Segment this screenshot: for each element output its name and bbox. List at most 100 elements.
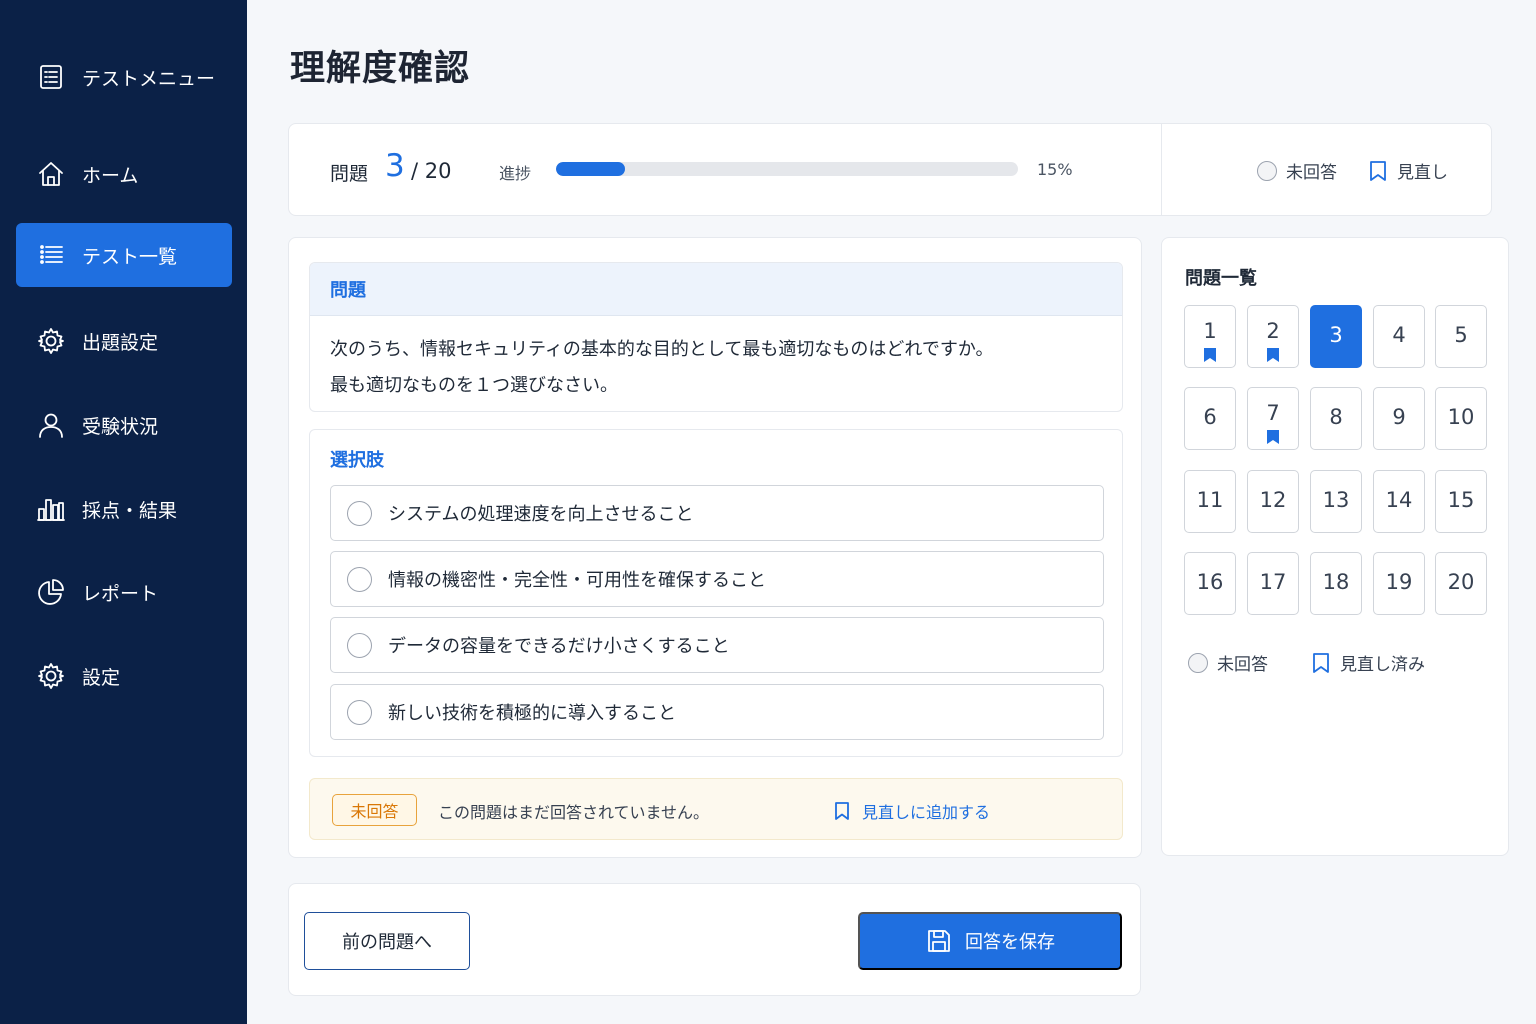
answer-status-box: 未回答 この問題はまだ回答されていません。 見直しに追加する bbox=[309, 778, 1123, 840]
option-label: データの容量をできるだけ小さくすること bbox=[388, 636, 730, 657]
question-number-label: 18 bbox=[1322, 569, 1350, 594]
question-card: 問題 次のうち、情報セキュリティの基本的な目的として最も適切なものはどれですか。… bbox=[288, 237, 1142, 858]
total-questions: / 20 bbox=[411, 159, 452, 183]
gear-icon bbox=[36, 326, 66, 356]
bookmark-icon bbox=[1312, 652, 1340, 674]
bookmark-icon bbox=[834, 801, 862, 821]
status-message: この問題はまだ回答されていません。 bbox=[438, 803, 710, 822]
question-number-label: 20 bbox=[1447, 569, 1475, 594]
question-number-label: 12 bbox=[1259, 487, 1287, 512]
option-2[interactable]: 情報の機密性・完全性・可用性を確保すること bbox=[330, 551, 1104, 607]
question-number-button[interactable]: 7 bbox=[1247, 387, 1299, 450]
question-number-button[interactable]: 8 bbox=[1310, 387, 1362, 450]
question-number-button[interactable]: 13 bbox=[1310, 470, 1362, 533]
question-number-label: 16 bbox=[1196, 569, 1224, 594]
sidebar-item-label: テスト一覧 bbox=[82, 245, 178, 268]
option-4[interactable]: 新しい技術を積極的に導入すること bbox=[330, 684, 1104, 740]
question-number-button[interactable]: 20 bbox=[1435, 552, 1487, 615]
sidebar-item-home[interactable]: ホーム bbox=[16, 142, 232, 206]
option-3[interactable]: データの容量をできるだけ小さくすること bbox=[330, 617, 1104, 673]
question-number-label: 10 bbox=[1447, 404, 1475, 429]
sidebar-item-grading-results[interactable]: 採点・結果 bbox=[16, 477, 232, 541]
bookmark-icon bbox=[1204, 348, 1216, 362]
question-text: 次のうち、情報セキュリティの基本的な目的として最も適切なものはどれですか。 最も… bbox=[310, 316, 1122, 411]
options-box: 選択肢 システムの処理速度を向上させること 情報の機密性・完全性・可用性を確保す… bbox=[309, 429, 1123, 757]
previous-question-button[interactable]: 前の問題へ bbox=[304, 912, 470, 970]
sidebar: テストメニュー ホーム テスト一覧 出題設定 受験状況 採点・結果 レポート 設… bbox=[0, 0, 247, 1024]
sidebar-item-question-settings[interactable]: 出題設定 bbox=[16, 309, 232, 373]
question-number-button[interactable]: 16 bbox=[1184, 552, 1236, 615]
sidebar-item-label: レポート bbox=[82, 582, 159, 605]
progress-card: 問題 3 / 20 進捗 15% 未回答 見直し bbox=[288, 123, 1492, 216]
current-question-number: 3 bbox=[385, 148, 405, 184]
radio-button[interactable] bbox=[347, 699, 372, 725]
question-number-button[interactable]: 4 bbox=[1373, 305, 1425, 368]
question-number-label: 11 bbox=[1196, 487, 1224, 512]
page-title: 理解度確認 bbox=[290, 49, 471, 89]
add-to-review-link[interactable]: 見直しに追加する bbox=[834, 799, 990, 823]
radio-button[interactable] bbox=[347, 566, 372, 592]
sidebar-item-label: ホーム bbox=[82, 164, 139, 187]
bookmark-icon bbox=[1267, 348, 1279, 362]
question-number-label: 19 bbox=[1385, 569, 1413, 594]
save-answer-label: 回答を保存 bbox=[965, 932, 1055, 952]
sidebar-item-test-list[interactable]: テスト一覧 bbox=[16, 223, 232, 287]
question-number-button[interactable]: 15 bbox=[1435, 470, 1487, 533]
legend-unanswered-label: 未回答 bbox=[1217, 655, 1268, 675]
question-number-label: 7 bbox=[1266, 400, 1280, 425]
options-heading: 選択肢 bbox=[330, 450, 384, 471]
question-number-button[interactable]: 5 bbox=[1435, 305, 1487, 368]
progress-bar bbox=[556, 162, 1018, 176]
question-number-label: 1 bbox=[1203, 318, 1217, 343]
legend-review: 見直し bbox=[1369, 158, 1448, 183]
save-icon bbox=[925, 927, 965, 955]
question-number-label: 13 bbox=[1322, 487, 1350, 512]
question-number-button[interactable]: 1 bbox=[1184, 305, 1236, 368]
pie-chart-icon bbox=[36, 577, 66, 607]
question-number-label: 4 bbox=[1392, 322, 1406, 347]
option-label: 新しい技術を積極的に導入すること bbox=[388, 703, 676, 724]
question-heading: 問題 bbox=[310, 263, 1122, 316]
sidebar-item-label: 受験状況 bbox=[82, 415, 159, 438]
question-number-button[interactable]: 17 bbox=[1247, 552, 1299, 615]
question-number-label: 17 bbox=[1259, 569, 1287, 594]
question-number-label: 15 bbox=[1447, 487, 1475, 512]
option-label: システムの処理速度を向上させること bbox=[388, 504, 694, 525]
sidebar-item-test-menu[interactable]: テストメニュー bbox=[16, 45, 232, 109]
sidebar-item-settings[interactable]: 設定 bbox=[16, 644, 232, 708]
question-number-button[interactable]: 3 bbox=[1310, 305, 1362, 368]
question-number-label: 14 bbox=[1385, 487, 1413, 512]
radio-button[interactable] bbox=[347, 500, 372, 526]
question-line: 最も適切なものを１つ選びなさい。 bbox=[330, 375, 618, 396]
save-answer-button[interactable]: 回答を保存 bbox=[858, 912, 1122, 970]
progress-bar-fill bbox=[556, 162, 626, 176]
legend-reviewed: 見直し済み bbox=[1312, 650, 1425, 675]
option-label: 情報の機密性・完全性・可用性を確保すること bbox=[388, 570, 766, 591]
question-number-button[interactable]: 9 bbox=[1373, 387, 1425, 450]
question-number-button[interactable]: 10 bbox=[1435, 387, 1487, 450]
sidebar-item-report[interactable]: レポート bbox=[16, 560, 232, 624]
question-number-button[interactable]: 11 bbox=[1184, 470, 1236, 533]
unanswered-circle-icon bbox=[1188, 652, 1208, 673]
option-1[interactable]: システムの処理速度を向上させること bbox=[330, 485, 1104, 541]
sidebar-item-label: 採点・結果 bbox=[82, 499, 178, 522]
progress-label: 進捗 bbox=[499, 164, 532, 183]
home-icon bbox=[36, 159, 66, 189]
add-to-review-label: 見直しに追加する bbox=[862, 803, 991, 822]
question-number-label: 9 bbox=[1392, 404, 1406, 429]
question-number-button[interactable]: 18 bbox=[1310, 552, 1362, 615]
bookmark-icon bbox=[1369, 160, 1397, 182]
question-number-label: 8 bbox=[1329, 404, 1343, 429]
sidebar-item-label: 出題設定 bbox=[82, 331, 159, 354]
radio-button[interactable] bbox=[347, 632, 372, 658]
question-number-button[interactable]: 2 bbox=[1247, 305, 1299, 368]
question-number-button[interactable]: 6 bbox=[1184, 387, 1236, 450]
question-number-button[interactable]: 19 bbox=[1373, 552, 1425, 615]
question-number-button[interactable]: 12 bbox=[1247, 470, 1299, 533]
sidebar-item-exam-status[interactable]: 受験状況 bbox=[16, 393, 232, 457]
question-number-label: 6 bbox=[1203, 404, 1217, 429]
question-number-label: 5 bbox=[1454, 322, 1468, 347]
divider bbox=[1161, 124, 1162, 215]
question-number-button[interactable]: 14 bbox=[1373, 470, 1425, 533]
legend-unanswered-label: 未回答 bbox=[1286, 163, 1337, 183]
